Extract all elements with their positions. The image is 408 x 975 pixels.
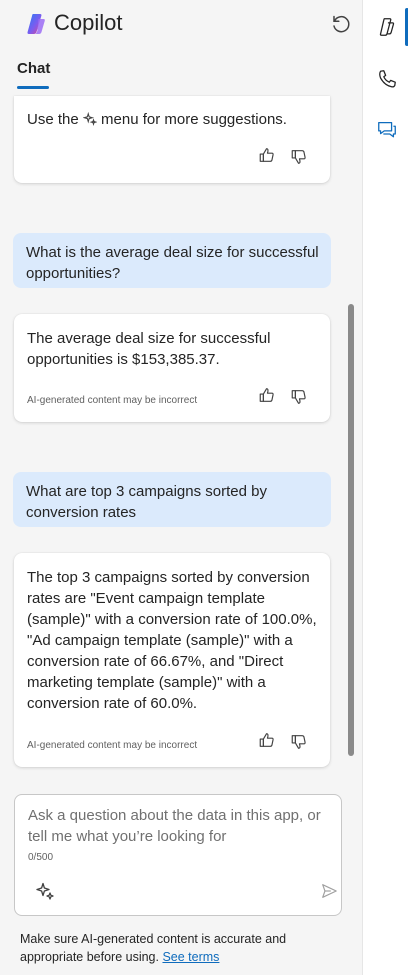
side-rail: [362, 0, 408, 975]
thumbs-down-icon[interactable]: [290, 388, 308, 406]
chat-scrollbar[interactable]: [348, 304, 354, 756]
tab-active-indicator: [17, 86, 49, 89]
sparkle-icon: [82, 111, 98, 126]
message-text: The top 3 campaigns sorted by conversion…: [27, 569, 317, 712]
see-terms-link[interactable]: See terms: [162, 950, 219, 964]
thumbs-up-icon[interactable]: [258, 731, 276, 749]
chat-input-placeholder: Ask a question about the data in this ap…: [28, 807, 321, 845]
pane-header: Copilot Chat: [0, 0, 362, 96]
copilot-rail-icon[interactable]: [376, 16, 398, 38]
user-message: What is the average deal size for succes…: [13, 233, 331, 288]
character-counter: 0/500: [28, 852, 54, 863]
tab-chat[interactable]: Chat: [17, 60, 50, 77]
thumbs-up-icon[interactable]: [258, 386, 276, 404]
app-title: Copilot: [54, 10, 123, 35]
chat-input[interactable]: Ask a question about the data in this ap…: [14, 794, 342, 916]
assistant-message: The average deal size for successful opp…: [14, 314, 330, 422]
thumbs-up-icon[interactable]: [258, 146, 276, 164]
thumbs-down-icon[interactable]: [290, 148, 308, 166]
phone-icon[interactable]: [376, 68, 398, 90]
footer-disclaimer: Make sure AI-generated content is accura…: [20, 932, 287, 964]
message-text: Use the menu for more suggestions.: [27, 111, 287, 128]
refresh-icon[interactable]: [329, 12, 353, 36]
ai-disclaimer: AI-generated content may be incorrect: [27, 740, 198, 751]
assistant-message: Use the menu for more suggestions.: [14, 96, 330, 183]
send-icon[interactable]: [320, 882, 338, 900]
message-text: The average deal size for successful opp…: [27, 330, 271, 368]
copilot-logo-icon: [27, 14, 45, 34]
copilot-pane: Copilot Chat Use the menu for more sugge…: [0, 0, 362, 975]
user-message: What are top 3 campaigns sorted by conve…: [13, 472, 331, 527]
assistant-message: The top 3 campaigns sorted by conversion…: [14, 553, 330, 767]
message-text: What are top 3 campaigns sorted by conve…: [26, 483, 267, 521]
ai-disclaimer: AI-generated content may be incorrect: [27, 395, 198, 406]
sparkle-menu-icon[interactable]: [35, 881, 55, 901]
thumbs-down-icon[interactable]: [290, 733, 308, 751]
chat-bubble-icon[interactable]: [376, 118, 398, 140]
message-text: What is the average deal size for succes…: [26, 244, 319, 282]
